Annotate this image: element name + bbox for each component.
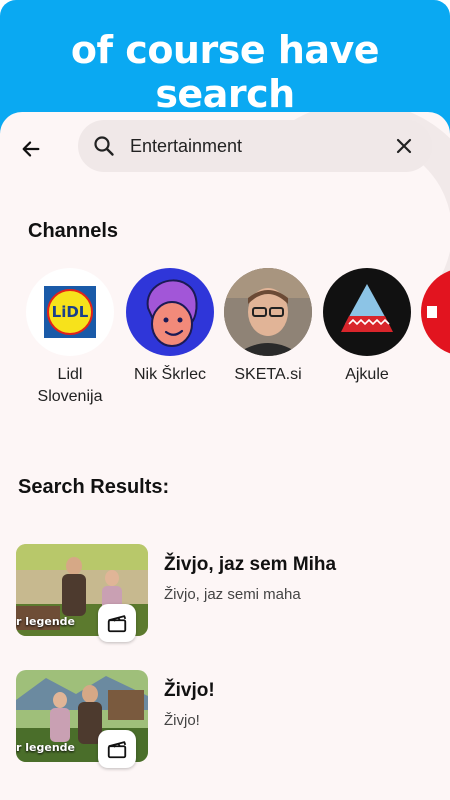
search-bar[interactable] bbox=[78, 120, 432, 172]
avatar bbox=[126, 268, 214, 356]
app-screen: Channels LiDL Lidl Slovenija bbox=[0, 112, 450, 800]
arrow-left-icon bbox=[22, 141, 40, 157]
channel-ajkule[interactable]: Ajkule bbox=[317, 268, 417, 386]
result-subtitle: Živjo, jaz semi maha bbox=[164, 586, 301, 603]
back-button[interactable] bbox=[14, 132, 48, 166]
clapperboard-icon bbox=[107, 741, 127, 759]
channels-list: LiDL Lidl Slovenija Nik Škrlec SKETA.si … bbox=[0, 268, 450, 418]
avatar: LiDL bbox=[26, 268, 114, 356]
avatar bbox=[224, 268, 312, 356]
lidl-logo-text: LiDL bbox=[51, 303, 89, 321]
promo-headline: of course have search bbox=[70, 28, 380, 116]
red-logo bbox=[427, 306, 437, 318]
search-icon bbox=[94, 136, 114, 156]
avatar bbox=[421, 268, 450, 356]
channel-nik-skrlec[interactable]: Nik Škrlec bbox=[120, 268, 220, 386]
channel-name: SKETA.si bbox=[234, 366, 302, 383]
avatar bbox=[323, 268, 411, 356]
close-icon[interactable] bbox=[392, 134, 416, 158]
search-input[interactable] bbox=[130, 132, 380, 160]
result-subtitle: Živjo! bbox=[164, 712, 200, 729]
cartoon-face-image bbox=[146, 279, 198, 347]
result-title: Živjo! bbox=[164, 680, 215, 701]
channel-lidl[interactable]: LiDL Lidl Slovenija bbox=[20, 268, 120, 408]
channel-name: Lidl Slovenija bbox=[37, 366, 103, 405]
thumbnail-caption: r legende bbox=[16, 615, 75, 628]
channel-name: Ajkule bbox=[345, 366, 389, 383]
mountain-logo bbox=[341, 284, 393, 332]
clapperboard-icon bbox=[107, 615, 127, 633]
search-result-item[interactable]: r legende Živjo, jaz sem Miha Živjo, jaz… bbox=[16, 544, 436, 642]
channel-name: Nik Škrlec bbox=[133, 366, 206, 383]
video-badge bbox=[98, 604, 136, 642]
channel-partial[interactable] bbox=[415, 268, 450, 356]
person-photo-image bbox=[224, 268, 312, 356]
search-result-item[interactable]: r legende Živjo! Živjo! bbox=[16, 670, 436, 768]
channels-heading: Channels bbox=[28, 220, 119, 242]
search-results-heading: Search Results: bbox=[18, 476, 170, 498]
result-title: Živjo, jaz sem Miha bbox=[164, 554, 337, 575]
channel-sketa[interactable]: SKETA.si bbox=[218, 268, 318, 386]
video-badge bbox=[98, 730, 136, 768]
thumbnail-caption: r legende bbox=[16, 741, 75, 754]
